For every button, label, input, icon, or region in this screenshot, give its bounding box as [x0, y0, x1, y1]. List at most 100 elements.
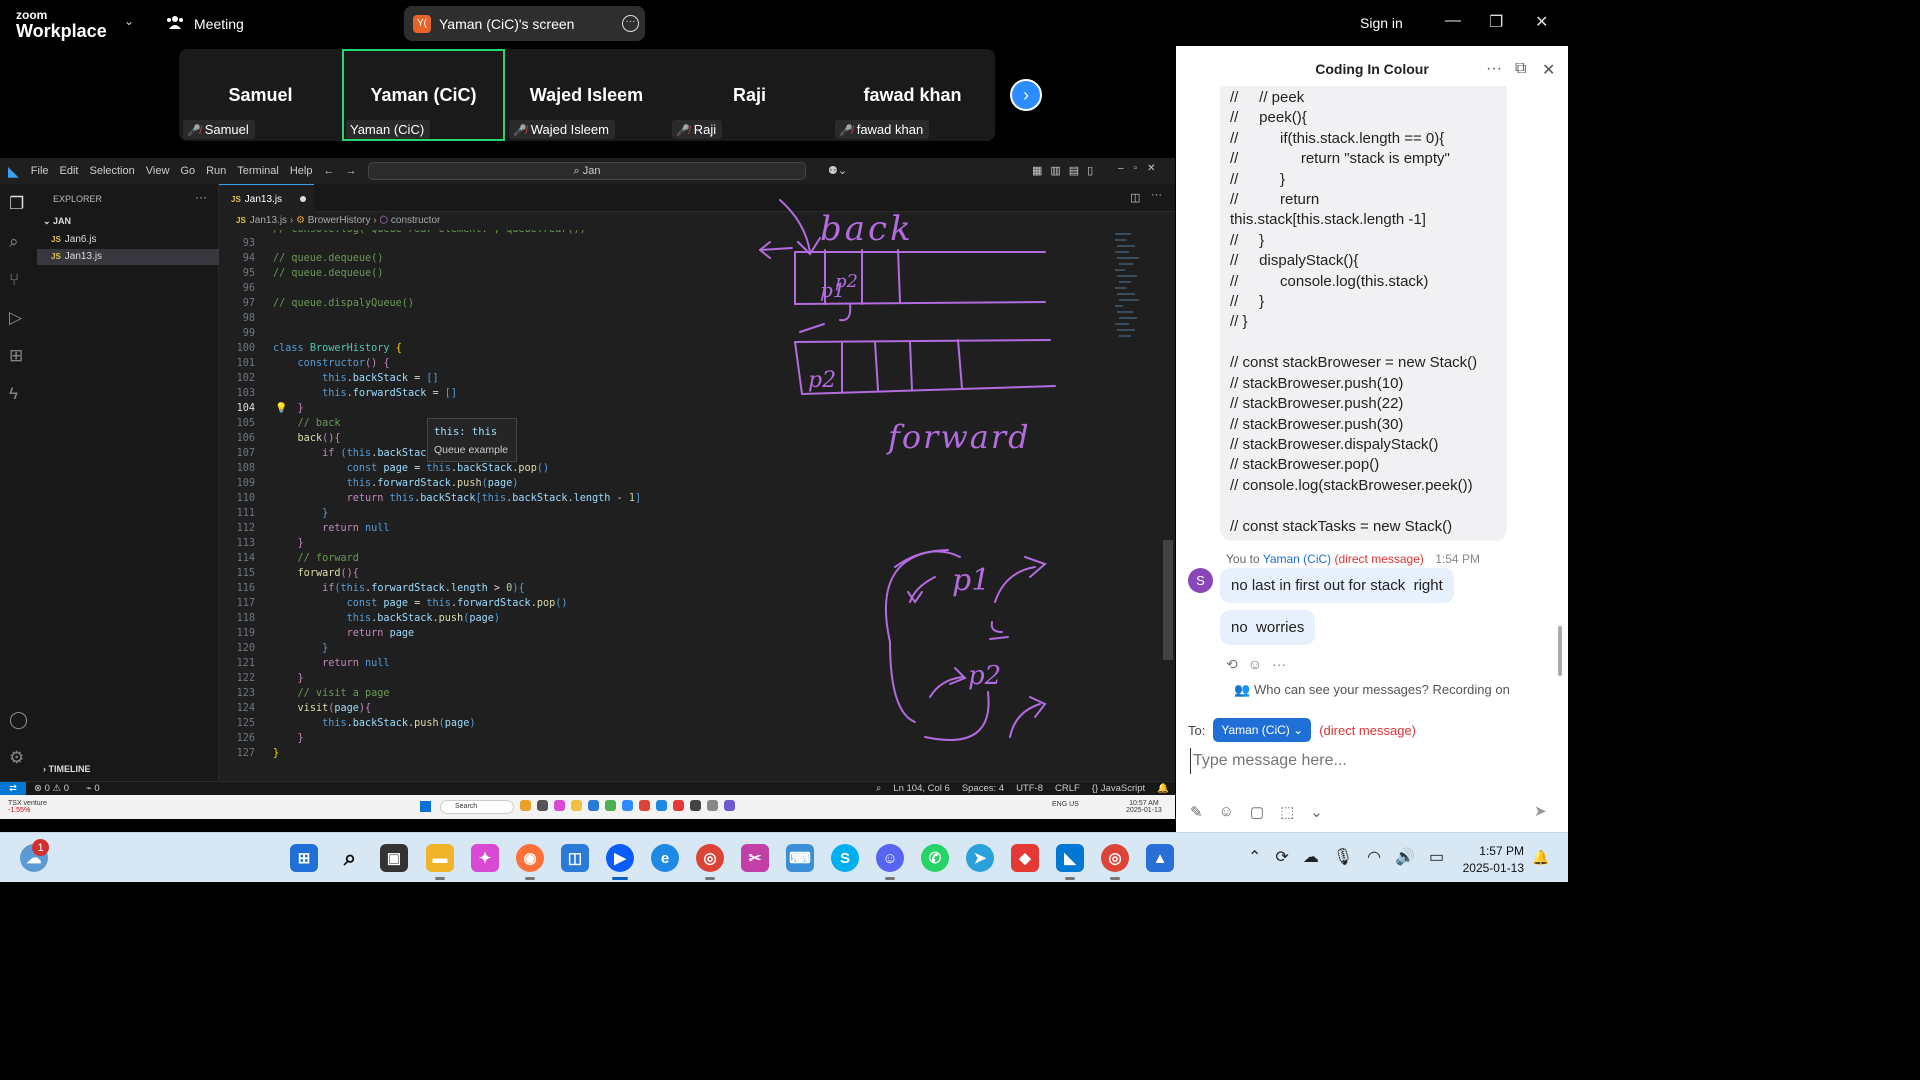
store-icon[interactable]: ◫	[561, 844, 589, 872]
chrome-profile-icon[interactable]: ◎	[1101, 844, 1129, 880]
file-item-selected[interactable]: JS Jan13.js	[37, 249, 219, 265]
run-debug-icon[interactable]: ▷	[9, 308, 22, 328]
edge-icon[interactable]: e	[651, 844, 679, 872]
gallery-next-button[interactable]: ›	[1010, 79, 1042, 111]
zoom-icon[interactable]: ▶	[606, 844, 634, 880]
copilot-icon[interactable]: ✦	[471, 844, 499, 872]
search-icon[interactable]: ⌕	[9, 232, 19, 252]
chevron-up-icon[interactable]: ⌃	[1248, 847, 1261, 867]
breadcrumb-item[interactable]: Jan13.js	[250, 215, 287, 226]
snipping-tool-icon[interactable]: ✂	[741, 844, 769, 872]
restore-icon[interactable]: ❐	[1489, 12, 1503, 32]
message-bubble[interactable]: no worries	[1220, 610, 1316, 645]
breadcrumb-item[interactable]: BrowerHistory	[308, 215, 371, 226]
discord-icon[interactable]: ☺	[876, 844, 904, 880]
visibility-note[interactable]: 👥 Who can see your messages? Recording o…	[1176, 682, 1568, 700]
file-icon[interactable]: ▢	[1250, 803, 1264, 821]
send-icon[interactable]: ➤	[1534, 802, 1547, 820]
menu-edit[interactable]: Edit	[60, 165, 79, 177]
participant-tile[interactable]: fawad khan 🎤̸ fawad khan	[831, 49, 994, 141]
menu-file[interactable]: File	[31, 165, 49, 177]
battery-icon[interactable]: ▭	[1429, 847, 1444, 867]
back-arrow-icon[interactable]: ←	[323, 165, 334, 177]
windows-start-icon[interactable]: ⊞	[290, 844, 318, 872]
lightning-icon[interactable]: ϟ	[9, 384, 18, 404]
layout-controls[interactable]: ▦▥▤▯	[1032, 164, 1101, 177]
tab-jan13[interactable]: JS Jan13.js	[219, 184, 314, 212]
speaker-icon[interactable]: 🔊	[1395, 847, 1415, 867]
file-item[interactable]: JS Jan6.js	[37, 232, 219, 248]
lightbulb-icon[interactable]: 💡	[275, 403, 287, 414]
search-icon[interactable]: ⌕	[336, 844, 364, 872]
emoji-reaction-icon[interactable]: ☺	[1248, 656, 1262, 673]
explorer-icon[interactable]: ❐	[9, 194, 24, 214]
remote-icon[interactable]: ⇄	[0, 782, 26, 796]
more-options-icon[interactable]: ···	[622, 15, 639, 32]
close-chat-icon[interactable]: ✕	[1542, 60, 1555, 80]
meta-recipient[interactable]: Yaman (CiC)	[1263, 552, 1331, 566]
breadcrumb-item[interactable]: constructor	[391, 215, 440, 226]
taskbar-clock[interactable]: 1:57 PM 2025-01-13	[1448, 843, 1524, 877]
more-icon[interactable]: ···	[1486, 60, 1502, 78]
message-input[interactable]	[1190, 748, 1550, 774]
unsaved-dot-icon[interactable]	[300, 196, 306, 202]
firefox-icon[interactable]: ◉	[516, 844, 544, 880]
message-bubble[interactable]: no last in first out for stack right	[1220, 568, 1454, 603]
recipient-select[interactable]: Yaman (CiC) ⌄	[1213, 718, 1312, 742]
ports-indicator[interactable]: ⌁ 0	[86, 783, 100, 794]
minimap[interactable]	[1109, 230, 1159, 781]
chevron-down-icon[interactable]: ⌄	[124, 14, 134, 28]
zoom-icon[interactable]: ⌕	[876, 783, 881, 794]
screen-share-pill[interactable]: Y( Yaman (CiC)'s screen ···	[404, 6, 645, 41]
more-icon[interactable]: ···	[195, 190, 207, 204]
participant-tile[interactable]: Raji 🎤̸ Raji	[668, 49, 831, 141]
menu-help[interactable]: Help	[290, 165, 313, 177]
split-editor-icon[interactable]: ◫	[1130, 191, 1140, 204]
bell-icon[interactable]: 🔔	[1157, 783, 1169, 794]
anydesk-icon[interactable]: ◆	[1011, 844, 1039, 872]
sign-in-link[interactable]: Sign in	[1360, 15, 1403, 31]
meeting-menu[interactable]: Meeting	[166, 14, 244, 33]
task-view-icon[interactable]: ▣	[380, 844, 408, 872]
encoding[interactable]: UTF-8	[1016, 783, 1043, 794]
notification-bell-icon[interactable]: 🔔	[1532, 849, 1549, 866]
window-controls[interactable]: –▫✕	[1118, 163, 1166, 174]
menu-view[interactable]: View	[146, 165, 170, 177]
wifi-icon[interactable]: ◠	[1367, 847, 1381, 867]
zoom-workplace-logo[interactable]: zoom Workplace	[16, 9, 107, 40]
command-center[interactable]: ⌕ Jan	[368, 162, 806, 180]
emoji-icon[interactable]: ☺	[1219, 803, 1234, 821]
photos-icon[interactable]: ▲	[1146, 844, 1174, 872]
pop-out-icon[interactable]: ⧉	[1515, 60, 1526, 78]
onedrive-icon[interactable]: ☁	[1303, 847, 1319, 867]
chat-scrollbar[interactable]	[1558, 626, 1562, 676]
copilot-icon[interactable]: ⚉⌄	[828, 164, 847, 177]
menu-go[interactable]: Go	[180, 165, 195, 177]
extensions-icon[interactable]: ⊞	[9, 346, 23, 366]
participant-tile-active[interactable]: Yaman (CiC) Yaman (CiC)	[342, 49, 505, 141]
indentation[interactable]: Spaces: 4	[962, 783, 1004, 794]
microphone-icon[interactable]: 🎙	[1333, 847, 1353, 867]
menu-run[interactable]: Run	[206, 165, 226, 177]
participant-tile[interactable]: Wajed Isleem 🎤̸ Wajed Isleem	[505, 49, 668, 141]
language-mode[interactable]: {} JavaScript	[1092, 783, 1145, 794]
file-explorer-icon[interactable]: ▬	[426, 844, 454, 880]
account-icon[interactable]: ◯	[9, 710, 28, 730]
telegram-icon[interactable]: ➤	[966, 844, 994, 872]
folder-jan[interactable]: ⌄ JAN	[43, 216, 71, 227]
whatsapp-icon[interactable]: ✆	[921, 844, 949, 872]
source-control-icon[interactable]: ⑂	[9, 270, 19, 290]
editor-scrollbar[interactable]	[1163, 540, 1173, 660]
more-icon[interactable]: ···	[1151, 189, 1162, 201]
gear-icon[interactable]: ⚙	[9, 748, 24, 768]
menu-terminal[interactable]: Terminal	[237, 165, 279, 177]
menu-selection[interactable]: Selection	[89, 165, 134, 177]
more-actions-icon[interactable]: ···	[1272, 656, 1286, 673]
forward-arrow-icon[interactable]: →	[345, 165, 356, 177]
line-endings[interactable]: CRLF	[1055, 783, 1080, 794]
cursor-position[interactable]: Ln 104, Col 6	[893, 783, 950, 794]
reply-icon[interactable]: ⟲	[1226, 656, 1238, 673]
chevron-down-icon[interactable]: ⌄	[1310, 803, 1323, 821]
vscode-icon[interactable]: ◣	[1056, 844, 1084, 880]
participant-tile[interactable]: Samuel 🎤̸ Samuel	[179, 49, 342, 141]
